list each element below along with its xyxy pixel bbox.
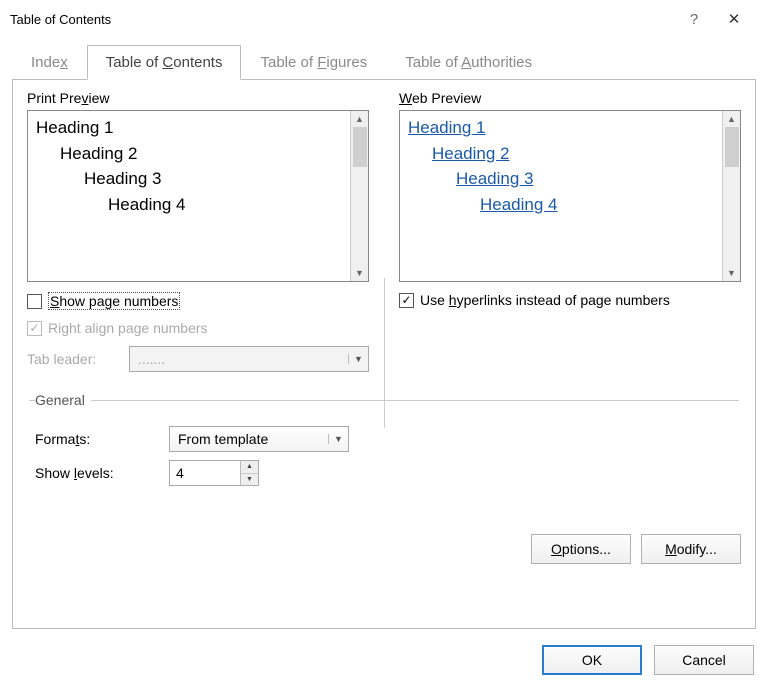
modify-button[interactable]: Modify... <box>641 534 741 564</box>
dialog-title: Table of Contents <box>10 12 674 27</box>
right-align-row: Right align page numbers <box>27 320 369 336</box>
show-page-numbers-label: Show page numbers <box>48 292 180 310</box>
cancel-button[interactable]: Cancel <box>654 645 754 675</box>
use-hyperlinks-row[interactable]: Use hyperlinks instead of page numbers <box>399 292 741 308</box>
web-heading-4[interactable]: Heading 4 <box>480 195 558 214</box>
web-column: Web Preview Heading 1 Heading 2 Heading … <box>399 90 741 372</box>
scroll-up-icon[interactable]: ▲ <box>727 111 736 127</box>
help-button[interactable]: ? <box>674 11 714 28</box>
close-button[interactable]: ✕ <box>714 10 754 28</box>
tab-leader-value: ....... <box>130 351 348 367</box>
show-levels-value[interactable]: 4 <box>170 461 240 485</box>
scroll-thumb[interactable] <box>353 127 367 167</box>
web-heading-1[interactable]: Heading 1 <box>408 118 486 137</box>
formats-select[interactable]: From template ▼ <box>169 426 349 452</box>
web-preview-label: Web Preview <box>399 90 741 106</box>
tab-leader-row: Tab leader: ....... ▼ <box>27 346 369 372</box>
chevron-down-icon[interactable]: ▼ <box>328 434 348 444</box>
print-heading-3: Heading 3 <box>84 166 342 192</box>
formats-value: From template <box>170 431 328 447</box>
formats-label: Formats: <box>35 431 155 447</box>
web-heading-3[interactable]: Heading 3 <box>456 169 534 188</box>
preview-columns: Print Preview Heading 1 Heading 2 Headin… <box>27 90 741 372</box>
title-bar: Table of Contents ? ✕ <box>0 0 768 38</box>
tab-panel: Print Preview Heading 1 Heading 2 Headin… <box>12 80 756 629</box>
general-legend: General <box>35 392 91 408</box>
show-levels-spinner[interactable]: 4 ▲ ▼ <box>169 460 259 486</box>
print-preview-label: Print Preview <box>27 90 369 106</box>
scroll-up-icon[interactable]: ▲ <box>355 111 364 127</box>
print-scrollbar[interactable]: ▲ ▼ <box>350 111 368 281</box>
panel-button-row: Options... Modify... <box>27 534 741 564</box>
chevron-down-icon: ▼ <box>348 354 368 364</box>
spinner-down-icon[interactable]: ▼ <box>241 474 258 486</box>
scroll-down-icon[interactable]: ▼ <box>355 265 364 281</box>
tab-leader-label: Tab leader: <box>27 351 119 367</box>
dialog-button-row: OK Cancel <box>0 637 768 687</box>
table-of-contents-dialog: Table of Contents ? ✕ Index Table of Con… <box>0 0 768 687</box>
use-hyperlinks-checkbox[interactable] <box>399 293 414 308</box>
options-button[interactable]: Options... <box>531 534 631 564</box>
print-heading-1: Heading 1 <box>36 115 342 141</box>
web-preview-box: Heading 1 Heading 2 Heading 3 Heading 4 … <box>399 110 741 282</box>
tab-table-of-contents[interactable]: Table of Contents <box>87 45 242 80</box>
tab-table-of-figures[interactable]: Table of Figures <box>241 45 386 80</box>
use-hyperlinks-label: Use hyperlinks instead of page numbers <box>420 292 670 308</box>
web-heading-2[interactable]: Heading 2 <box>432 144 510 163</box>
scroll-thumb[interactable] <box>725 127 739 167</box>
print-preview-content: Heading 1 Heading 2 Heading 3 Heading 4 <box>28 111 350 281</box>
scroll-down-icon[interactable]: ▼ <box>727 265 736 281</box>
spinner-up-icon[interactable]: ▲ <box>241 461 258 474</box>
show-levels-row: Show levels: 4 ▲ ▼ <box>35 460 739 486</box>
show-page-numbers-row[interactable]: Show page numbers <box>27 292 369 310</box>
print-heading-2: Heading 2 <box>60 141 342 167</box>
print-heading-4: Heading 4 <box>108 192 342 218</box>
spinner-buttons[interactable]: ▲ ▼ <box>240 461 258 485</box>
print-column: Print Preview Heading 1 Heading 2 Headin… <box>27 90 369 372</box>
show-page-numbers-checkbox[interactable] <box>27 294 42 309</box>
web-scrollbar[interactable]: ▲ ▼ <box>722 111 740 281</box>
right-align-label: Right align page numbers <box>48 320 208 336</box>
tab-table-of-authorities[interactable]: Table of Authorities <box>386 45 551 80</box>
print-preview-box: Heading 1 Heading 2 Heading 3 Heading 4 … <box>27 110 369 282</box>
tab-strip: Index Table of Contents Table of Figures… <box>12 38 756 80</box>
ok-button[interactable]: OK <box>542 645 642 675</box>
right-align-checkbox <box>27 321 42 336</box>
column-divider <box>384 278 385 428</box>
tab-leader-select: ....... ▼ <box>129 346 369 372</box>
show-levels-label: Show levels: <box>35 465 155 481</box>
tab-index[interactable]: Index <box>12 45 87 80</box>
formats-row: Formats: From template ▼ <box>35 426 739 452</box>
web-preview-content: Heading 1 Heading 2 Heading 3 Heading 4 <box>400 111 722 281</box>
